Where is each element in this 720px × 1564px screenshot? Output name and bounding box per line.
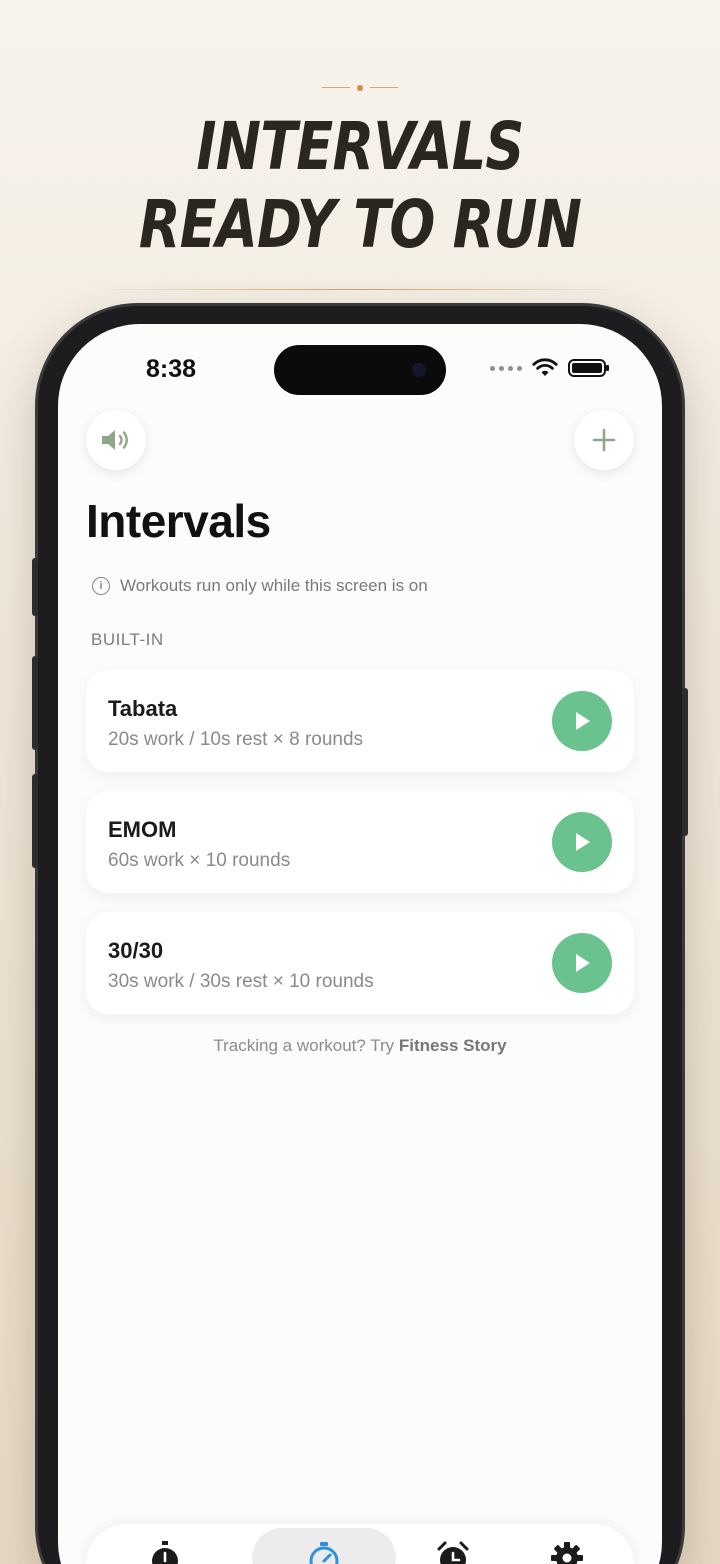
wifi-icon [532,358,558,376]
workout-name: 30/30 [108,938,164,963]
promo-headline-line1: INTERVALS [196,108,524,185]
settings-gear-icon [551,1542,583,1564]
volume-down-button [32,774,38,868]
play-icon [576,954,590,972]
play-button[interactable] [552,933,612,993]
fitness-story-promo[interactable]: Tracking a workout? Try Fitness Story [58,1036,662,1056]
notice-text: Workouts run only while this screen is o… [120,576,428,595]
play-button[interactable] [552,691,612,751]
workout-card[interactable]: Tabata 20s work / 10s rest × 8 rounds [86,670,634,772]
workout-name: EMOM [108,817,177,842]
camera-icon [412,363,426,377]
speaker-icon [102,430,128,450]
status-indicators [490,358,609,378]
volume-up-button [32,656,38,750]
info-icon: i [92,577,110,595]
action-button [32,558,38,616]
workout-description: 60s work × 10 rounds [108,850,291,871]
play-button[interactable] [552,812,612,872]
tab-intervals[interactable] [252,1528,396,1564]
workout-card[interactable]: EMOM 60s work × 10 rounds [86,791,634,893]
interval-timer-icon [309,1542,339,1564]
header-divider [90,289,630,290]
fitness-story-link[interactable]: Fitness Story [399,1036,507,1055]
tab-stopwatch[interactable] [138,1538,192,1564]
status-time: 8:38 [146,355,197,383]
dynamic-island [274,345,446,395]
plus-icon [592,428,616,452]
battery-icon [568,359,609,377]
tab-alarm[interactable] [426,1538,480,1564]
workout-description: 30s work / 30s rest × 10 rounds [108,971,374,992]
tab-bar [86,1524,634,1564]
header-ornament [320,81,400,95]
screen-on-notice: i Workouts run only while this screen is… [92,576,428,596]
ornament-line-right [370,87,398,88]
power-button [682,688,688,836]
section-label: BUILT-IN [91,630,164,649]
promo-headline: INTERVALS READY TO RUN [65,108,655,264]
tab-settings[interactable] [540,1538,594,1564]
phone-frame: 8:38 Intervals i Workouts run only while… [32,306,688,1564]
sound-toggle-button[interactable] [86,410,146,470]
play-icon [576,712,590,730]
promo-prefix: Tracking a workout? Try [213,1036,399,1055]
workout-card[interactable]: 30/30 30s work / 30s rest × 10 rounds [86,912,634,1014]
cellular-signal-icon [490,365,522,371]
app-screen: 8:38 Intervals i Workouts run only while… [58,324,662,1564]
page-title: Intervals [86,495,271,547]
promo-headline-line2: READY TO RUN [138,186,582,263]
play-icon [576,833,590,851]
stopwatch-icon [152,1541,178,1564]
ornament-dot [357,85,363,91]
add-interval-button[interactable] [574,410,634,470]
workout-description: 20s work / 10s rest × 8 rounds [108,729,364,750]
alarm-clock-icon [437,1541,469,1564]
workout-name: Tabata [108,696,178,721]
ornament-line-left [322,87,350,88]
